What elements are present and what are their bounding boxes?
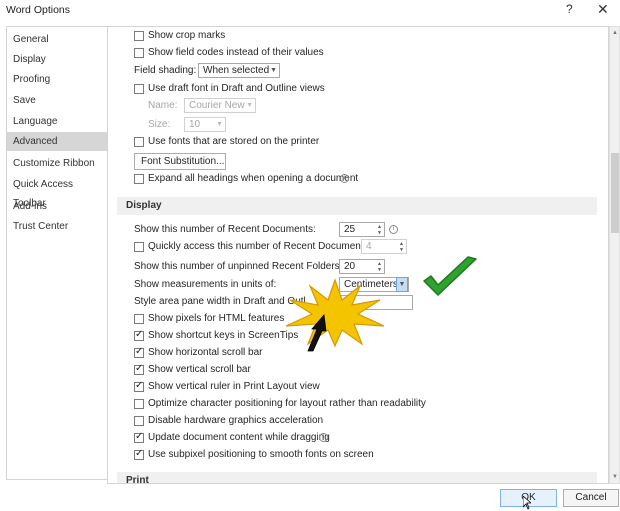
sidebar-item-language[interactable]: Language [7, 112, 107, 131]
printer-fonts-label: Use fonts that are stored on the printer [148, 136, 320, 147]
quick-access-checkbox[interactable] [134, 242, 144, 252]
recent-documents-label: Show this number of Recent Documents: [134, 224, 316, 235]
scroll-up-icon[interactable]: ▲ [611, 29, 619, 37]
hw-acceleration-label: Disable hardware graphics acceleration [148, 415, 324, 426]
cancel-button[interactable]: Cancel [563, 489, 619, 507]
shortcut-keys-label: Show shortcut keys in ScreenTips [148, 330, 299, 341]
scroll-down-icon[interactable]: ▼ [611, 473, 619, 481]
draft-font-label: Use draft font in Draft and Outline view… [148, 83, 325, 94]
vertical-ruler-label: Show vertical ruler in Print Layout view [148, 381, 320, 392]
crop-marks-checkbox[interactable] [134, 31, 144, 41]
vertical-scroll-label: Show vertical scroll bar [148, 364, 251, 375]
font-name-value: Courier New [189, 100, 245, 111]
help-button[interactable]: ? [566, 2, 573, 16]
pixels-html-checkbox[interactable] [134, 314, 144, 324]
chevron-down-icon: ▼ [396, 277, 408, 292]
font-name-label: Name: [148, 100, 178, 111]
font-size-dropdown[interactable]: 10 ▼ [184, 117, 226, 132]
subpixel-label: Use subpixel positioning to smooth fonts… [148, 449, 374, 460]
vertical-scrollbar[interactable]: ▲ ▼ [609, 26, 620, 484]
sidebar-item-trust-center[interactable]: Trust Center [7, 217, 107, 236]
expand-headings-checkbox[interactable] [134, 174, 144, 184]
printer-fonts-checkbox[interactable] [134, 137, 144, 147]
info-icon: i [340, 174, 349, 183]
recent-documents-value: 25 [344, 224, 356, 235]
sidebar-item-save[interactable]: Save [7, 91, 107, 110]
mouse-pointer-icon [523, 496, 531, 510]
chevron-down-icon: ▼ [216, 121, 223, 128]
field-codes-checkbox[interactable] [134, 48, 144, 58]
cursor-arrow-icon [307, 314, 327, 352]
update-dragging-checkbox[interactable] [134, 431, 144, 443]
vertical-ruler-checkbox[interactable] [134, 380, 144, 392]
sidebar-item-quick-access-toolbar[interactable]: Quick Access Toolbar [7, 175, 107, 209]
recent-documents-spinner[interactable]: 25 ▲ ▼ [339, 222, 385, 237]
close-button[interactable]: ✕ [597, 1, 609, 18]
starburst-icon [285, 278, 385, 348]
quick-access-label: Quickly access this number of Recent Doc… [148, 241, 372, 252]
scrollbar-thumb[interactable] [611, 153, 619, 233]
draft-font-checkbox[interactable] [134, 84, 144, 94]
section-header-display: Display [117, 197, 597, 215]
window-title: Word Options [6, 4, 70, 16]
font-size-value: 10 [189, 119, 201, 130]
field-shading-dropdown[interactable]: When selected ▼ [198, 63, 280, 78]
font-name-dropdown[interactable]: Courier New ▼ [184, 98, 256, 113]
sidebar: General Display Proofing Save Language A… [6, 26, 107, 480]
expand-headings-label: Expand all headings when opening a docum… [148, 173, 359, 184]
sidebar-item-proofing[interactable]: Proofing [7, 70, 107, 89]
horizontal-scroll-label: Show horizontal scroll bar [148, 347, 263, 358]
char-positioning-label: Optimize character positioning for layou… [148, 398, 426, 409]
quick-access-value: 4 [366, 241, 372, 252]
sidebar-item-customize-ribbon[interactable]: Customize Ribbon [7, 154, 107, 173]
char-positioning-checkbox[interactable] [134, 399, 144, 409]
sidebar-item-display[interactable]: Display [7, 50, 107, 69]
recent-folders-value: 20 [344, 261, 356, 272]
sidebar-item-add-ins[interactable]: Add-ins [7, 197, 107, 216]
hw-acceleration-checkbox[interactable] [134, 416, 144, 426]
info-icon: i [319, 433, 328, 442]
sidebar-item-advanced[interactable]: Advanced [7, 132, 107, 151]
crop-marks-label: Show crop marks [148, 30, 226, 41]
spin-down-icon[interactable]: ▼ [399, 247, 404, 253]
chevron-down-icon: ▼ [270, 67, 277, 74]
section-header-print: Print [117, 472, 597, 483]
spin-down-icon[interactable]: ▼ [377, 230, 382, 236]
options-content: Show crop marks Show field codes instead… [107, 26, 609, 484]
subpixel-checkbox[interactable] [134, 448, 144, 460]
field-shading-value: When selected [203, 65, 270, 76]
green-checkmark-icon [423, 256, 477, 296]
field-shading-label: Field shading: [134, 65, 197, 76]
update-dragging-label: Update document content while dragging [148, 432, 330, 443]
horizontal-scroll-checkbox[interactable] [134, 346, 144, 358]
title-bar: Word Options ? ✕ [0, 0, 620, 22]
quick-access-spinner[interactable]: 4 ▲ ▼ [361, 239, 407, 254]
sidebar-item-general[interactable]: General [7, 30, 107, 49]
vertical-scroll-checkbox[interactable] [134, 363, 144, 375]
info-icon: i [389, 225, 398, 234]
measurements-label: Show measurements in units of: [134, 279, 277, 290]
recent-folders-label: Show this number of unpinned Recent Fold… [134, 261, 343, 272]
font-size-label: Size: [148, 119, 171, 130]
recent-folders-spinner[interactable]: 20 ▲ ▼ [339, 259, 385, 274]
font-substitution-button[interactable]: Font Substitution... [134, 153, 226, 170]
shortcut-keys-checkbox[interactable] [134, 329, 144, 341]
spin-down-icon[interactable]: ▼ [377, 267, 382, 273]
field-codes-label: Show field codes instead of their values [148, 47, 324, 58]
chevron-down-icon: ▼ [246, 102, 253, 109]
pixels-html-label: Show pixels for HTML features [148, 313, 285, 324]
